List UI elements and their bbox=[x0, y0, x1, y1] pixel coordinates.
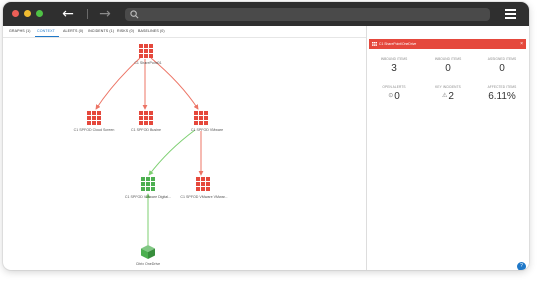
title-bar: ← → bbox=[3, 2, 529, 26]
stat-value: 0 bbox=[445, 63, 451, 74]
close-window-button[interactable] bbox=[12, 10, 19, 17]
grid-icon bbox=[372, 42, 377, 46]
tab-context[interactable]: CONTEXT bbox=[37, 29, 55, 33]
node-digital-grid-icon[interactable] bbox=[141, 177, 155, 191]
stat-number: 0 bbox=[394, 91, 400, 102]
edge-vmware-digital bbox=[148, 129, 196, 176]
stat-value: ⚠2 bbox=[423, 91, 473, 102]
tab-risks[interactable]: RISKS (0) bbox=[117, 29, 134, 33]
search-icon bbox=[130, 10, 139, 19]
tab-alerts[interactable]: ALERTS (0) bbox=[63, 29, 83, 33]
stat-value: 6.11% bbox=[488, 91, 516, 102]
app-window: ← → GRAPHS (1) CONTEXT ALERTS (0) INCIDE… bbox=[3, 2, 529, 270]
graph-canvas[interactable]: C1 SharePoint01 C1 SPFOD Cloud Screen C1… bbox=[3, 38, 366, 270]
stat-label: INBOUND ITEMS bbox=[434, 57, 462, 61]
close-icon[interactable]: × bbox=[520, 41, 523, 47]
details-panel: C1 SharePoint/OneDrive × INBOUND ITEMS 3… bbox=[367, 37, 529, 270]
node-onedrive-cube-icon[interactable] bbox=[141, 245, 155, 259]
node-digital-label: C1 SPFOD VMware Digital... bbox=[124, 195, 172, 199]
node-onedrive-label: Citrix OneDrive bbox=[135, 262, 161, 266]
node-root-label: C1 SharePoint01 bbox=[134, 61, 162, 65]
stat-label: AFFECTED ITEMS bbox=[487, 85, 517, 89]
stat-label: KEY INCIDENTS bbox=[435, 85, 461, 89]
node-root-grid-icon[interactable] bbox=[139, 44, 153, 58]
node-vmware2-grid-icon[interactable] bbox=[196, 177, 210, 191]
warning-icon: ⚠ bbox=[442, 93, 448, 99]
node-busine-label: C1 SPFOD Busine bbox=[131, 128, 161, 132]
stat-key-incidents: KEY INCIDENTS ⚠2 bbox=[423, 85, 473, 102]
panel-header: C1 SharePoint/OneDrive × bbox=[369, 39, 526, 49]
panel-title: C1 SharePoint/OneDrive bbox=[379, 41, 417, 46]
node-vmware2-label: C1 SPFOD VMware VMwar... bbox=[180, 195, 228, 199]
active-tab-indicator bbox=[35, 36, 59, 37]
edge-root-vmware bbox=[150, 57, 199, 110]
minimize-window-button[interactable] bbox=[24, 10, 31, 17]
node-cloud-label: C1 SPFOD Cloud Screen bbox=[73, 128, 115, 132]
stat-label: INBOUND ITEMS bbox=[380, 57, 408, 61]
alert-icon: ⊙ bbox=[388, 93, 394, 99]
stat-label: OPEN ALERTS bbox=[382, 85, 406, 89]
stat-label: ASSIGNED ITEMS bbox=[487, 57, 517, 61]
address-bar[interactable] bbox=[125, 8, 490, 21]
help-button[interactable]: ? bbox=[517, 262, 526, 270]
arrow-left-icon[interactable]: ← bbox=[60, 6, 76, 22]
stat-number: 2 bbox=[448, 91, 454, 102]
stat-inbound-items-1: INBOUND ITEMS 3 bbox=[369, 57, 419, 74]
node-busine-grid-icon[interactable] bbox=[139, 111, 153, 125]
tab-incidents[interactable]: INCIDENTS (1) bbox=[88, 29, 114, 33]
tab-baselines[interactable]: BASELINES (0) bbox=[138, 29, 165, 33]
stat-assigned-items: ASSIGNED ITEMS 0 bbox=[477, 57, 527, 74]
stat-open-alerts: OPEN ALERTS ⊙0 bbox=[369, 85, 419, 102]
stat-value: 3 bbox=[391, 63, 397, 74]
stat-inbound-items-2: INBOUND ITEMS 0 bbox=[423, 57, 473, 74]
tab-bar: GRAPHS (1) CONTEXT ALERTS (0) INCIDENTS … bbox=[3, 26, 366, 38]
maximize-window-button[interactable] bbox=[36, 10, 43, 17]
nav-separator bbox=[87, 9, 88, 19]
graph-edges bbox=[95, 57, 204, 247]
node-cloud-grid-icon[interactable] bbox=[87, 111, 101, 125]
tab-graphs[interactable]: GRAPHS (1) bbox=[9, 29, 31, 33]
stat-value: ⊙0 bbox=[369, 91, 419, 102]
node-vmware-label: C1 SPFOD VMware bbox=[190, 128, 224, 132]
arrow-right-icon[interactable]: → bbox=[97, 6, 113, 22]
hamburger-menu-icon[interactable] bbox=[505, 9, 516, 19]
stat-affected-items: AFFECTED ITEMS 6.11% bbox=[477, 85, 527, 102]
stat-value: 0 bbox=[499, 63, 505, 74]
node-vmware-grid-icon[interactable] bbox=[194, 111, 208, 125]
edge-root-cloud bbox=[95, 57, 141, 110]
